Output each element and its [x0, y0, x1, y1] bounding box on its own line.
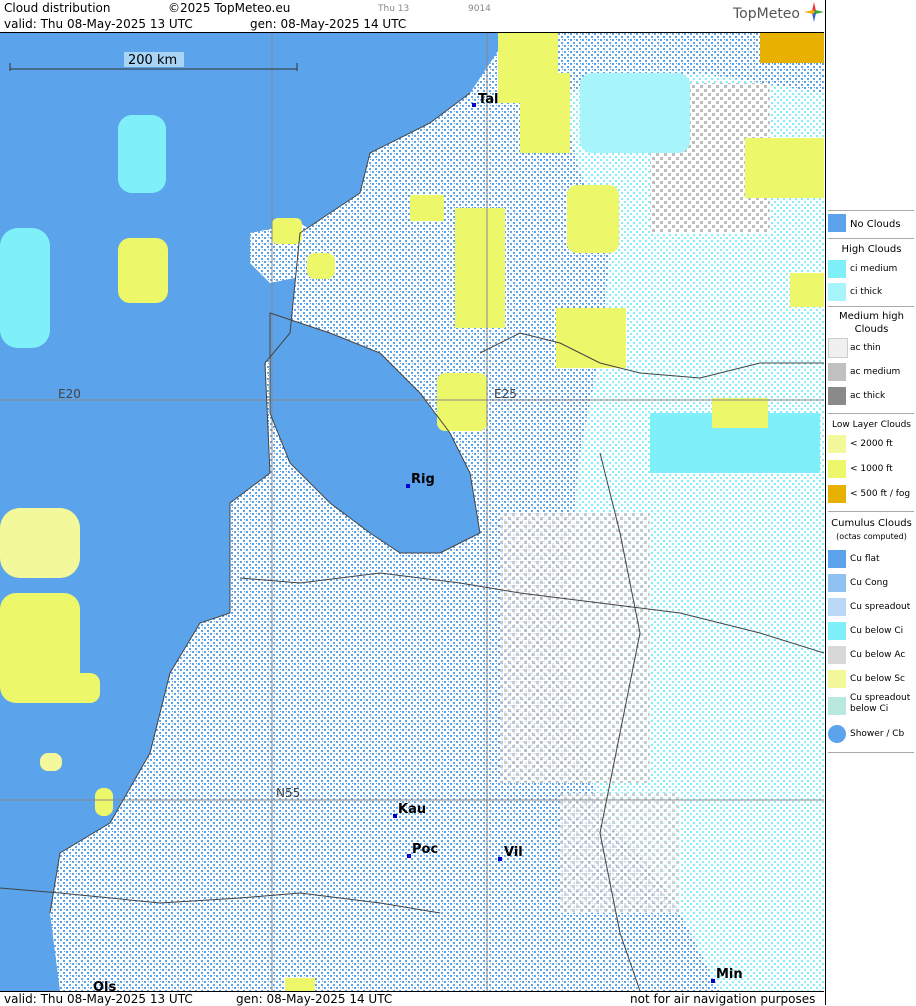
low-cloud-patch — [520, 73, 570, 153]
city-label-rig: Rig — [411, 472, 435, 487]
legend-medium-title-1: Medium high — [839, 311, 904, 322]
legend-high-title: High Clouds — [841, 244, 902, 255]
ci-thick-swatch — [828, 283, 846, 301]
ac-thin-swatch — [828, 338, 848, 358]
cu-spreadout-below-ci-swatch — [828, 697, 846, 715]
topmeteo-logo: TopMeteo — [733, 6, 800, 22]
ac-medium-swatch — [828, 363, 846, 381]
cu-below-ci-swatch — [828, 622, 846, 640]
low-cloud-patch — [0, 508, 80, 578]
city-label-min: Min — [716, 967, 743, 982]
low-500-swatch — [828, 485, 846, 503]
low-cloud-patch — [28, 673, 100, 703]
city-label-kau: Kau — [398, 802, 426, 817]
legend-cu-spreadout: Cu spreadout — [850, 602, 911, 612]
city-marker-tal — [472, 103, 476, 107]
city-label-vil: Vil — [504, 845, 523, 860]
legend-cu-below-ci: Cu below Ci — [850, 626, 904, 636]
legend-cu-subtitle: (octas computed) — [836, 532, 907, 541]
legend-no-clouds: No Clouds — [850, 219, 901, 230]
ac-patch — [500, 513, 650, 783]
grid-label-n55: N55 — [276, 786, 300, 800]
frame-label: Thu 13 — [378, 4, 410, 14]
cu-cong-swatch — [828, 574, 846, 592]
city-label-ols: Ols — [93, 980, 117, 991]
ci-patch — [118, 115, 166, 193]
low-cloud-patch — [567, 185, 619, 253]
low-cloud-patch — [437, 373, 487, 431]
fog-patch — [760, 33, 824, 63]
city-marker-rig — [406, 484, 410, 488]
cu-below-ac-swatch — [828, 646, 846, 664]
legend-cu-below-ac: Cu below Ac — [850, 650, 906, 660]
footer-valid-time: valid: Thu 08-May-2025 13 UTC — [4, 992, 193, 1006]
cloud-map-canvas: 200 km E20 E25 N55 Tal Rig Kau Poc Vil O… — [0, 33, 824, 991]
compass-icon — [804, 2, 824, 22]
copyright-text: ©2025 TopMeteo.eu — [168, 1, 291, 15]
low-cloud-patch — [118, 238, 168, 303]
cloud-map: 200 km E20 E25 N55 Tal Rig Kau Poc Vil O… — [0, 33, 824, 991]
legend-panel: No Clouds High Clouds ci medium ci thick… — [825, 0, 916, 1005]
city-label-poc: Poc — [412, 842, 438, 857]
legend-cu-spreadout-ci-1: Cu spreadout — [850, 693, 911, 703]
footer-generated-time: gen: 08-May-2025 14 UTC — [236, 992, 393, 1006]
legend-low-title: Low Layer Clouds — [832, 420, 911, 430]
low-cloud-patch — [272, 218, 302, 244]
low-cloud-patch — [455, 208, 505, 328]
legend-low-1000: < 1000 ft — [850, 464, 893, 474]
footer-bar: valid: Thu 08-May-2025 13 UTC gen: 08-Ma… — [0, 991, 824, 1006]
low-cloud-patch — [95, 788, 113, 816]
legend-cu-spreadout-ci-2: below Ci — [850, 704, 889, 714]
legend-low-500: < 500 ft / fog — [850, 489, 911, 499]
city-marker-kau — [393, 814, 397, 818]
grid-label-e20: E20 — [58, 387, 81, 401]
grid-label-e25: E25 — [494, 387, 517, 401]
city-marker-poc — [407, 854, 411, 858]
map-title: Cloud distribution — [4, 1, 111, 15]
legend-low-2000: < 2000 ft — [850, 439, 893, 449]
low-cloud-patch — [285, 978, 315, 991]
footer-disclaimer: not for air navigation purposes — [630, 992, 816, 1006]
ci-patch — [0, 228, 50, 348]
legend-cu-flat: Cu flat — [850, 554, 880, 564]
legend-ac-thin: ac thin — [850, 343, 881, 353]
legend-cu-title: Cumulus Clouds — [831, 518, 912, 529]
city-marker-min — [711, 979, 715, 983]
low-cloud-patch — [790, 273, 824, 307]
ci-patch — [580, 73, 690, 153]
low-cloud-patch — [712, 398, 768, 428]
no-clouds-swatch — [828, 214, 846, 232]
low-cloud-patch — [307, 253, 335, 279]
low-cloud-patch — [40, 753, 62, 771]
shower-swatch — [828, 725, 846, 743]
cu-spreadout-swatch — [828, 598, 846, 616]
legend-cu-below-sc: Cu below Sc — [850, 674, 905, 684]
low-1000-swatch — [828, 460, 846, 478]
header-bar: Cloud distribution ©2025 TopMeteo.eu Thu… — [0, 0, 824, 33]
city-marker-vil — [498, 857, 502, 861]
city-label-tal: Tal — [478, 92, 498, 107]
low-2000-swatch — [828, 435, 846, 453]
legend-ci-thick: ci thick — [850, 287, 883, 297]
legend-cu-cong: Cu Cong — [850, 578, 889, 588]
legend-medium-title-2: Clouds — [854, 324, 889, 335]
cu-flat-swatch — [828, 550, 846, 568]
low-cloud-patch — [745, 138, 824, 198]
ci-medium-swatch — [828, 260, 846, 278]
generated-time: gen: 08-May-2025 14 UTC — [250, 17, 407, 31]
ac-thick-swatch — [828, 387, 846, 405]
valid-time: valid: Thu 08-May-2025 13 UTC — [4, 17, 193, 31]
cu-below-sc-swatch — [828, 670, 846, 688]
frame-code: 9014 — [468, 4, 491, 14]
legend-ac-medium: ac medium — [850, 367, 901, 377]
low-cloud-patch — [410, 195, 444, 221]
legend-ac-thick: ac thick — [850, 391, 886, 401]
scale-label: 200 km — [128, 53, 177, 68]
legend-ci-medium: ci medium — [850, 264, 898, 274]
legend-shower: Shower / Cb — [850, 729, 905, 739]
ac-patch — [560, 793, 680, 913]
